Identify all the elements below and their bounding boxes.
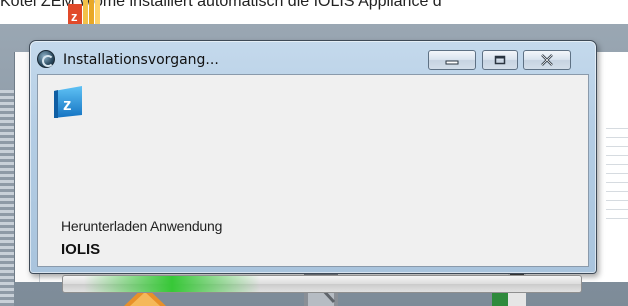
app-icon bbox=[37, 50, 55, 68]
progress-bar-glow bbox=[83, 276, 260, 292]
dialog-content: z Herunterladen Anwendung IOLIS bbox=[37, 74, 589, 293]
dialog-title: Installationsvorgang... bbox=[63, 52, 219, 68]
status-text: Herunterladen Anwendung bbox=[61, 218, 223, 234]
installation-dialog: Installationsvorgang... z Herunterladen … bbox=[29, 40, 597, 293]
maximize-icon bbox=[494, 55, 506, 65]
background-lines bbox=[606, 120, 628, 220]
minimize-icon bbox=[445, 60, 459, 65]
close-icon bbox=[541, 54, 553, 66]
product-name: IOLIS bbox=[61, 241, 101, 258]
svg-text:z: z bbox=[71, 9, 78, 24]
progress-bar bbox=[62, 275, 582, 293]
dialog-titlebar[interactable]: Installationsvorgang... bbox=[30, 41, 596, 71]
svg-text:z: z bbox=[63, 95, 72, 114]
close-button[interactable] bbox=[523, 50, 571, 70]
zem-logo-icon: z bbox=[54, 86, 82, 118]
minimize-button[interactable] bbox=[428, 50, 476, 70]
maximize-button[interactable] bbox=[482, 50, 518, 70]
